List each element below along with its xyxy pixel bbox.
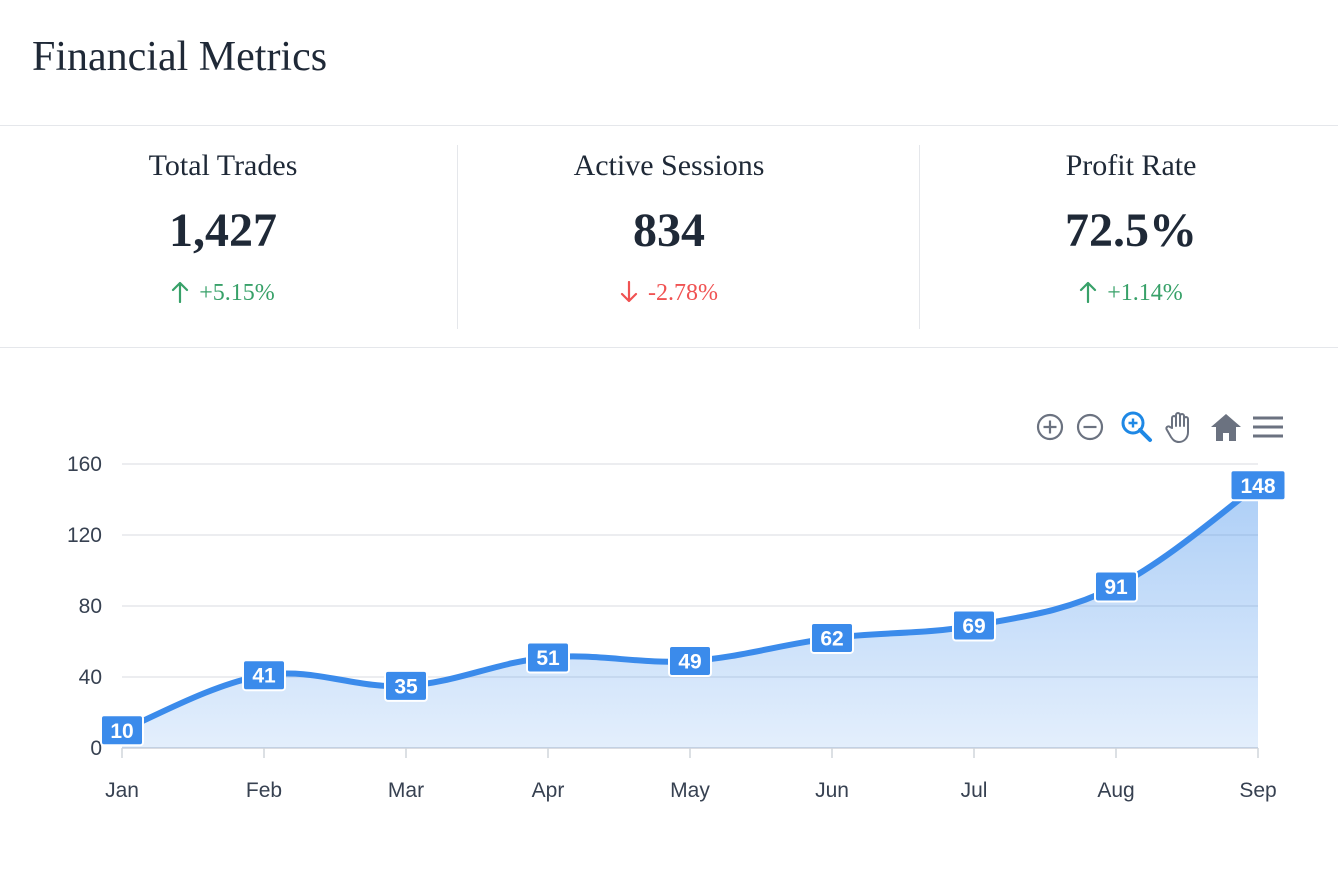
data-label: 10 <box>110 720 133 743</box>
financial-metrics-card: Financial Metrics Total Trades 1,427 +5.… <box>0 0 1338 886</box>
data-label: 35 <box>394 675 418 698</box>
metric-value: 1,427 <box>169 204 277 257</box>
metric-value: 834 <box>633 204 705 257</box>
metric-label: Total Trades <box>148 149 298 182</box>
metric-change-text: +1.14% <box>1107 280 1183 307</box>
metric-change: +5.15% <box>0 281 446 308</box>
metric-value: 72.5% <box>1065 204 1197 257</box>
arrow-down-icon <box>620 280 638 308</box>
page-title: Financial Metrics <box>32 34 328 80</box>
x-tick-label: Jan <box>105 779 139 802</box>
x-tick-label: Apr <box>532 779 565 802</box>
metric-change: -2.78% <box>446 280 892 308</box>
data-label: 41 <box>252 665 276 688</box>
metric-change-text: +5.15% <box>199 280 275 307</box>
series-area <box>122 485 1258 748</box>
metrics-row: Total Trades 1,427 +5.15% Active Session… <box>0 127 1338 348</box>
chart-area: 0 40 80 120 160 Jan Feb Mar Apr May Jun Jul Aug Sep 10… <box>0 348 1338 886</box>
metric-label: Active Sessions <box>573 149 765 182</box>
arrow-up-icon <box>1079 281 1097 308</box>
x-tick-label: Sep <box>1239 779 1276 802</box>
metric-change: +1.14% <box>908 281 1338 308</box>
metric-total-trades: Total Trades 1,427 +5.15% <box>0 127 446 347</box>
line-area-chart: 04080120160Jan Feb Mar Apr May Jun Jul Aug Sep10… <box>67 453 1287 802</box>
data-label: 62 <box>820 627 843 650</box>
data-label: 69 <box>962 615 985 638</box>
x-tick-label: Aug <box>1097 779 1134 802</box>
y-tick-label: 40 <box>79 666 102 689</box>
x-tick-label: Feb <box>246 779 282 802</box>
x-tick-label: Mar <box>388 779 424 802</box>
data-label: 51 <box>536 647 560 670</box>
x-tick-label: Jul <box>961 779 988 802</box>
x-tick-label: Jun <box>815 779 849 802</box>
data-label: 148 <box>1240 475 1275 498</box>
data-label: 91 <box>1104 576 1128 599</box>
arrow-up-icon <box>171 281 189 308</box>
y-tick-label: 160 <box>67 453 102 476</box>
y-tick-label: 120 <box>67 524 102 547</box>
y-tick-label: 80 <box>79 595 102 618</box>
metric-label: Profit Rate <box>1065 149 1197 182</box>
metric-profit-rate: Profit Rate 72.5% +1.14% <box>908 127 1338 347</box>
data-label: 49 <box>678 651 701 674</box>
x-tick-label: May <box>670 779 710 802</box>
metric-change-text: -2.78% <box>648 280 718 307</box>
card-header: Financial Metrics <box>0 0 1338 126</box>
metric-active-sessions: Active Sessions 834 -2.78% <box>446 127 892 347</box>
